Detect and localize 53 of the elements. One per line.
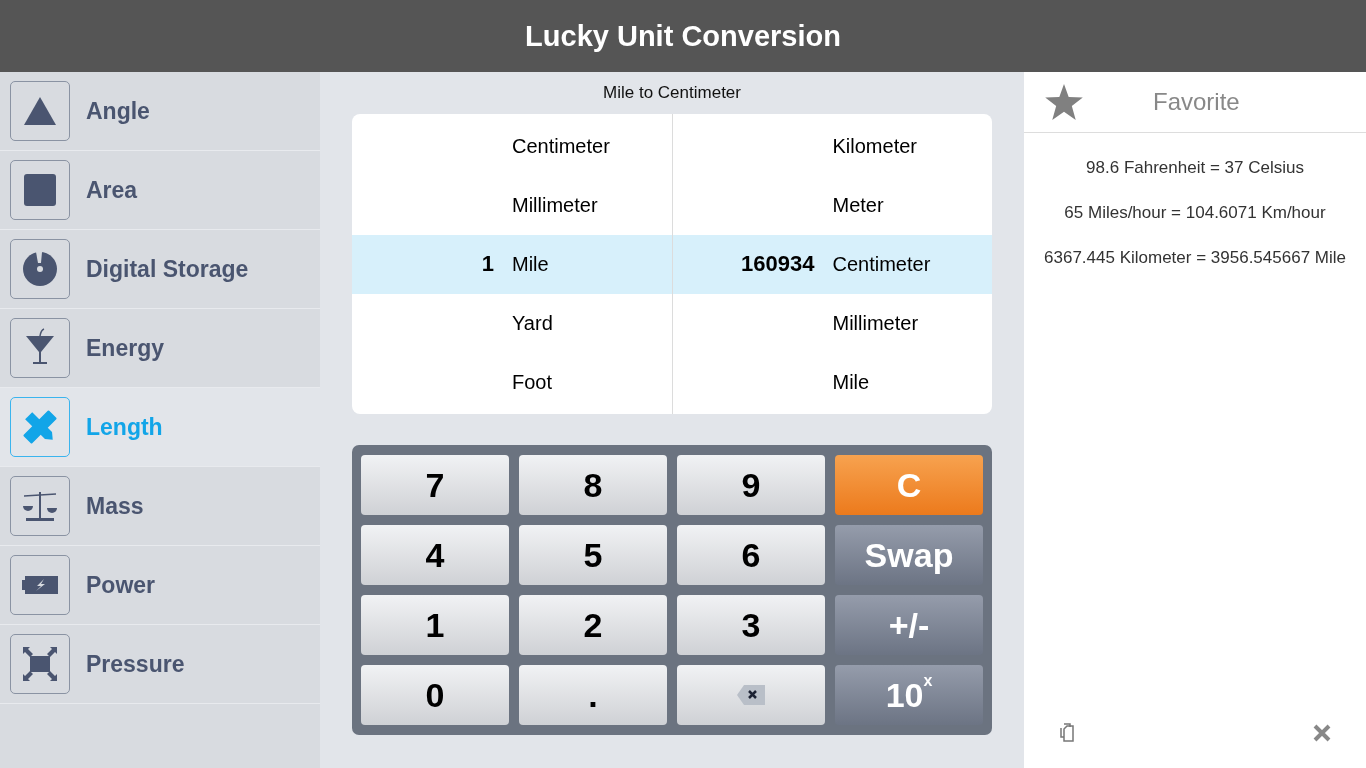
disc-icon (20, 249, 60, 289)
unit-row[interactable]: Foot (352, 352, 672, 412)
unit-name: Millimeter (832, 311, 919, 335)
unit-value: 160934 (741, 251, 815, 276)
close-icon[interactable] (1312, 723, 1332, 743)
unit-row[interactable]: Kilometer (672, 116, 992, 176)
unit-row[interactable]: Yard (352, 293, 672, 353)
category-item[interactable]: Angle (0, 72, 320, 151)
expand-arrows-icon (20, 644, 60, 684)
digit-key[interactable]: 4 (361, 525, 509, 585)
digit-key[interactable]: 3 (677, 595, 825, 655)
function-key[interactable]: 10$^{x}$ (835, 665, 983, 725)
digit-key[interactable]: 1 (361, 595, 509, 655)
digit-key[interactable]: 9 (677, 455, 825, 515)
unit-row[interactable]: Meter (672, 175, 992, 235)
unit-name: Foot (512, 370, 553, 394)
category-item[interactable]: Mass (0, 467, 320, 546)
category-item[interactable]: Power (0, 546, 320, 625)
unit-name: Yard (512, 311, 553, 335)
function-key[interactable]: Swap (835, 525, 983, 585)
unit-name: Millimeter (512, 193, 598, 217)
unit-name: Mile (512, 252, 549, 276)
favorite-entry[interactable]: 65 Miles/hour = 104.6071 Km/hour (1024, 190, 1366, 235)
digit-key[interactable]: 8 (519, 455, 667, 515)
unit-name: Meter (832, 193, 884, 217)
unit-row[interactable]: 160934 Centimeter (672, 234, 992, 294)
favorite-entry[interactable]: 98.6 Fahrenheit = 37 Celsius (1024, 145, 1366, 190)
favorites-title: Favorite (1153, 88, 1240, 116)
backspace-icon (736, 684, 766, 706)
unit-name: Centimeter (832, 252, 931, 276)
unit-row[interactable]: Centimeter (352, 116, 672, 176)
digit-key[interactable]: 7 (361, 455, 509, 515)
unit-row[interactable]: Millimeter (352, 175, 672, 235)
digit-key[interactable]: 6 (677, 525, 825, 585)
category-item[interactable]: Digital Storage (0, 230, 320, 309)
unit-row[interactable]: Mile (672, 352, 992, 412)
category-item[interactable]: Area (0, 151, 320, 230)
unit-name: Mile (832, 370, 870, 394)
digit-key[interactable]: . (519, 665, 667, 725)
favorite-entry[interactable]: 6367.445 Kilometer = 3956.545667 Mile (1024, 235, 1366, 280)
digit-key[interactable]: 5 (519, 525, 667, 585)
function-key[interactable]: +/- (835, 595, 983, 655)
conversion-title: Mile to Centimeter (603, 83, 741, 103)
unit-name: Kilometer (832, 134, 917, 158)
category-item[interactable]: Pressure (0, 625, 320, 704)
star-icon[interactable] (1045, 84, 1083, 120)
digit-key[interactable]: 0 (361, 665, 509, 725)
app-title: Lucky Unit Conversion (525, 19, 841, 53)
unit-name: Centimeter (512, 134, 610, 158)
unit-row[interactable]: 1 Mile (352, 234, 672, 294)
unit-row[interactable]: Millimeter (672, 293, 992, 353)
digit-key[interactable]: 2 (519, 595, 667, 655)
unit-value: 1 (481, 251, 494, 276)
